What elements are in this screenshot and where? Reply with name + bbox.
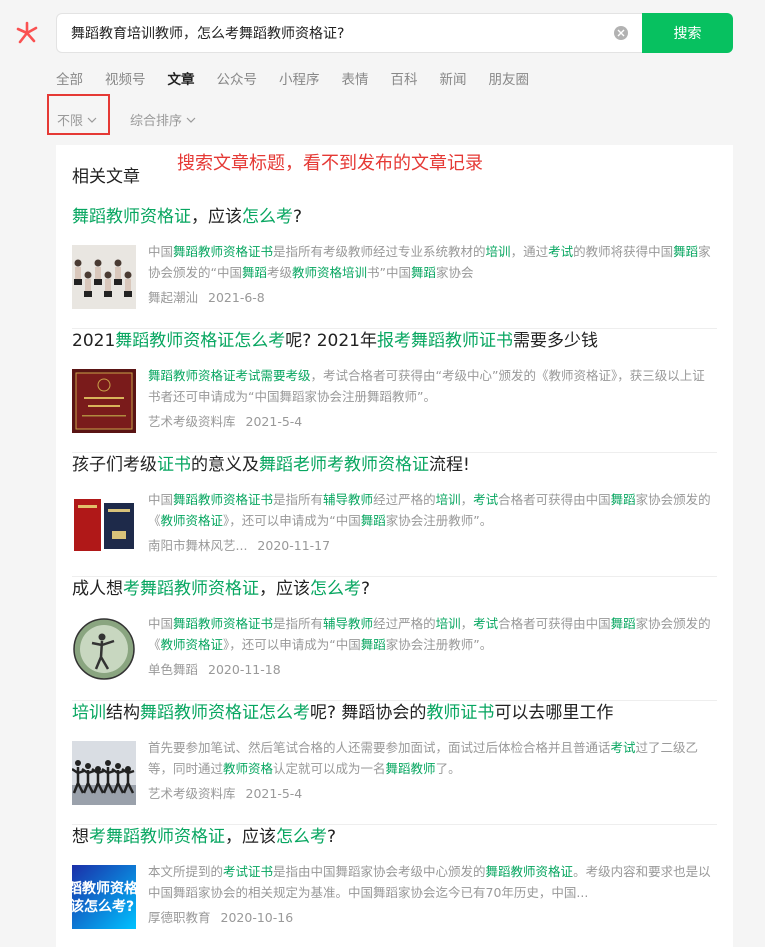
article-date: 2021-6-8	[208, 290, 265, 305]
chevron-down-icon	[87, 117, 97, 123]
article-source[interactable]: 艺术考级资料库	[148, 414, 236, 429]
article-thumbnail[interactable]	[72, 617, 136, 681]
tab-4[interactable]: 小程序	[279, 68, 320, 88]
sort-filter-dropdown[interactable]: 综合排序	[130, 110, 196, 129]
article-thumbnail[interactable]	[72, 245, 136, 309]
search-box	[56, 13, 642, 53]
tab-0[interactable]: 全部	[56, 68, 83, 88]
search-input[interactable]	[57, 14, 597, 52]
svg-text:该怎么考?: 该怎么考?	[72, 898, 134, 915]
article-item[interactable]: 培训结构舞蹈教师资格证怎么考呢? 舞蹈协会的教师证书可以去哪里工作首先要参加笔试…	[72, 701, 717, 825]
section-title: 相关文章	[72, 167, 140, 187]
article-meta: 舞起潮汕 2021-6-8	[148, 287, 265, 306]
article-snippet: 中国舞蹈教师资格证书是指所有辅导教师经过严格的培训，考试合格者可获得由中国舞蹈家…	[148, 616, 711, 652]
article-meta: 单色舞蹈 2020-11-18	[148, 659, 281, 678]
article-item[interactable]: 2021舞蹈教师资格证怎么考呢? 2021年报考舞蹈教师证书需要多少钱舞蹈教师资…	[72, 329, 717, 453]
article-title[interactable]: 成人想考舞蹈教师资格证，应该怎么考?	[72, 577, 717, 601]
tab-5[interactable]: 表情	[342, 68, 369, 88]
article-date: 2021-5-4	[245, 414, 303, 429]
article-date: 2020-11-17	[257, 538, 331, 553]
article-source[interactable]: 南阳市舞林风艺...	[148, 538, 247, 553]
sogou-logo-icon[interactable]	[14, 20, 40, 46]
tab-3[interactable]: 公众号	[217, 68, 258, 88]
article-title[interactable]: 孩子们考级证书的意义及舞蹈老师考教师资格证流程!	[72, 453, 717, 477]
time-filter-label: 不限	[57, 114, 84, 129]
article-snippet: 本文所提到的考试证书是指由中国舞蹈家协会考级中心颁发的舞蹈教师资格证。考级内容和…	[148, 864, 711, 900]
article-item[interactable]: 孩子们考级证书的意义及舞蹈老师考教师资格证流程! 中国舞蹈教师资格证书是指所有辅导…	[72, 453, 717, 577]
tab-7[interactable]: 新闻	[440, 68, 467, 88]
article-title[interactable]: 培训结构舞蹈教师资格证怎么考呢? 舞蹈协会的教师证书可以去哪里工作	[72, 701, 717, 725]
article-meta: 艺术考级资料库 2021-5-4	[148, 783, 302, 802]
search-button[interactable]: 搜索	[642, 13, 733, 53]
time-filter-dropdown[interactable]: 不限	[57, 110, 97, 129]
annotation-text: 搜索文章标题，看不到发布的文章记录	[177, 153, 483, 174]
article-thumbnail[interactable]	[72, 741, 136, 805]
article-title[interactable]: 2021舞蹈教师资格证怎么考呢? 2021年报考舞蹈教师证书需要多少钱	[72, 329, 717, 353]
article-snippet: 舞蹈教师资格证考试需要考级，考试合格者可获得由“考级中心”颁发的《教师资格证》，…	[148, 368, 705, 404]
article-item[interactable]: 舞蹈教师资格证，应该怎么考? 中国舞蹈教师资格证书是指所有考级教师经过专业系统教材…	[72, 205, 717, 329]
category-tabs: 全部 视频号 文章 公众号 小程序 表情 百科 新闻 朋友圈	[56, 68, 551, 88]
article-title[interactable]: 想考舞蹈教师资格证，应该怎么考?	[72, 825, 717, 849]
article-thumbnail[interactable]	[72, 369, 136, 433]
article-thumbnail[interactable]: 蹈教师资格 该怎么考?	[72, 865, 136, 929]
article-meta: 艺术考级资料库 2021-5-4	[148, 411, 302, 430]
chevron-down-icon	[186, 117, 196, 123]
article-title[interactable]: 舞蹈教师资格证，应该怎么考?	[72, 205, 717, 229]
article-snippet: 首先要参加笔试、然后笔试合格的人还需要参加面试，面试过后体检合格并且普通话考试过…	[148, 740, 699, 776]
svg-text:蹈教师资格: 蹈教师资格	[72, 880, 136, 897]
sort-filter-label: 综合排序	[130, 114, 183, 129]
article-meta: 厚德职教育 2020-10-16	[148, 907, 293, 926]
article-source[interactable]: 艺术考级资料库	[148, 786, 236, 801]
tab-6[interactable]: 百科	[391, 68, 418, 88]
article-snippet: 中国舞蹈教师资格证书是指所有辅导教师经过严格的培训，考试合格者可获得由中国舞蹈家…	[148, 492, 711, 528]
tab-8[interactable]: 朋友圈	[489, 68, 530, 88]
article-item[interactable]: 想考舞蹈教师资格证，应该怎么考? 蹈教师资格 该怎么考? 本文所提到的考试证书是指由中…	[72, 825, 717, 947]
article-date: 2020-10-16	[220, 910, 294, 925]
tab-2[interactable]: 文章	[168, 68, 195, 88]
article-date: 2021-5-4	[245, 786, 303, 801]
article-item[interactable]: 成人想考舞蹈教师资格证，应该怎么考? 中国舞蹈教师资格证书是指所有辅导教师经过严格…	[72, 577, 717, 701]
article-source[interactable]: 单色舞蹈	[148, 662, 198, 677]
article-source[interactable]: 舞起潮汕	[148, 290, 198, 305]
clear-icon[interactable]	[614, 26, 628, 40]
article-source[interactable]: 厚德职教育	[148, 910, 211, 925]
tab-1[interactable]: 视频号	[105, 68, 146, 88]
article-meta: 南阳市舞林风艺... 2020-11-17	[148, 535, 330, 554]
article-date: 2020-11-18	[208, 662, 281, 677]
results-panel: 相关文章 搜索文章标题，看不到发布的文章记录 舞蹈教师资格证，应该怎么考? 中国舞…	[56, 145, 733, 947]
article-snippet: 中国舞蹈教师资格证书是指所有考级教师经过专业系统教材的培训，通过考试的教师将获得…	[148, 244, 711, 280]
article-thumbnail[interactable]	[72, 493, 136, 557]
